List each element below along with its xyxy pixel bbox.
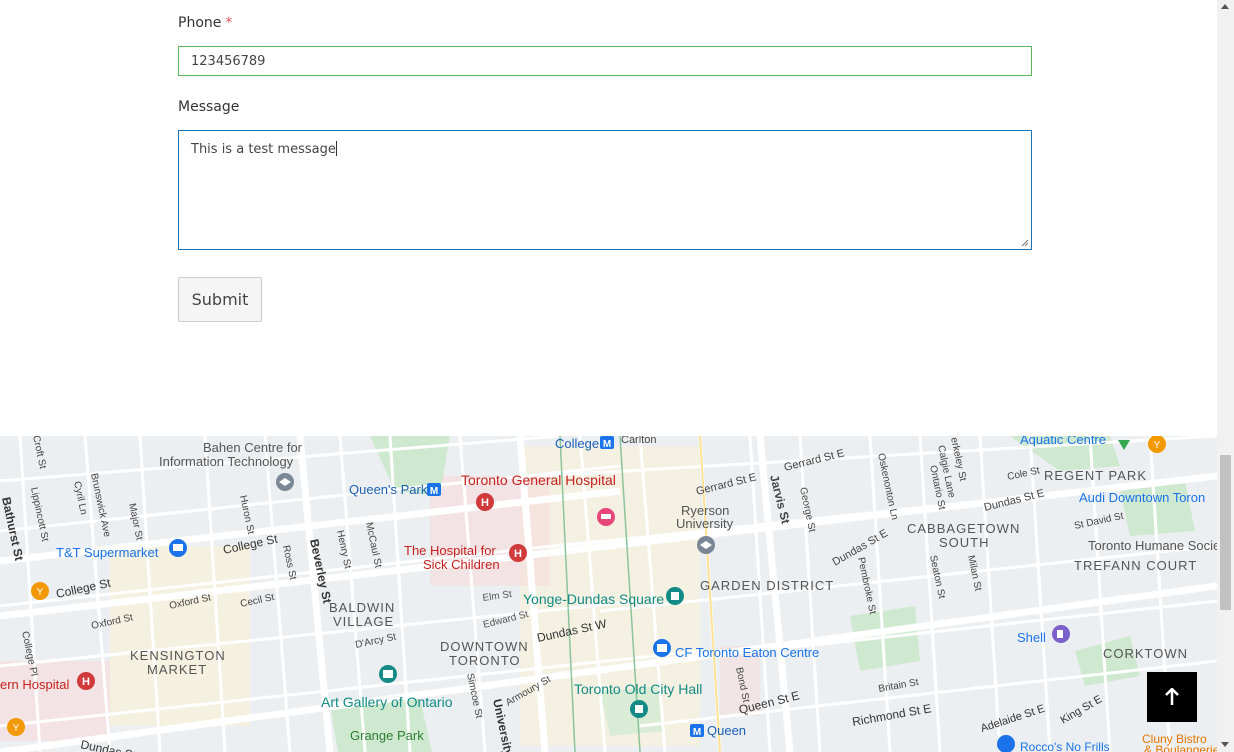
map-label-humane: Toronto Humane Society bbox=[1088, 538, 1217, 553]
map-label-audi: Audi Downtown Toron bbox=[1079, 490, 1205, 505]
map-label-western: ern Hospital bbox=[0, 677, 69, 692]
map-label-baldwin: BALDWIN bbox=[329, 600, 395, 615]
hospital-marker-icon[interactable]: H bbox=[77, 672, 95, 690]
svg-text:M: M bbox=[603, 439, 611, 450]
map-label-cabbagetown: SOUTH bbox=[939, 535, 990, 550]
scroll-down-icon[interactable] bbox=[1221, 742, 1229, 747]
submit-button[interactable]: Submit bbox=[178, 277, 262, 322]
map-label-downtown: TORONTO bbox=[449, 653, 521, 668]
shopping-marker-icon[interactable] bbox=[653, 639, 671, 657]
map-label-city-hall: Toronto Old City Hall bbox=[574, 681, 702, 697]
svg-text:M: M bbox=[693, 727, 701, 738]
phone-input[interactable]: 123456789 bbox=[178, 46, 1032, 76]
map-label-yonge-dundas: Yonge-Dundas Square bbox=[523, 591, 664, 607]
gas-station-marker-icon[interactable] bbox=[1052, 625, 1070, 643]
map-label-corktown: CORKTOWN bbox=[1103, 646, 1188, 661]
subway-station-icon[interactable]: M bbox=[600, 436, 614, 450]
map-label-cabbagetown: CABBAGETOWN bbox=[907, 521, 1020, 536]
hospital-marker-icon[interactable]: H bbox=[476, 493, 494, 511]
map-label-aquatic: Aquatic Centre bbox=[1020, 436, 1106, 447]
map-label-sickkids: Sick Children bbox=[423, 557, 500, 572]
map-label-regent-park: REGENT PARK bbox=[1044, 468, 1147, 483]
arrow-up-icon bbox=[1165, 688, 1179, 705]
shopping-marker-icon[interactable] bbox=[169, 539, 187, 557]
university-marker-icon[interactable] bbox=[697, 536, 715, 554]
map-label-tt: T&T Supermarket bbox=[56, 545, 159, 560]
map-label-college-station: College bbox=[555, 436, 599, 451]
svg-text:Y: Y bbox=[13, 723, 20, 734]
map-label-queen-station: Queen bbox=[707, 723, 746, 738]
map-label-bahen: Information Technology bbox=[159, 454, 294, 469]
back-to-top-button[interactable] bbox=[1147, 672, 1197, 722]
map-label-eaton: CF Toronto Eaton Centre bbox=[675, 645, 819, 660]
message-textarea-value: This is a test message bbox=[191, 141, 337, 157]
map-label-tgh: Toronto General Hospital bbox=[461, 472, 616, 488]
subway-station-icon[interactable]: M bbox=[427, 483, 441, 497]
embedded-map[interactable]: H H H Y Y Y M M M Bahen Centre for Infor… bbox=[0, 436, 1217, 752]
subway-station-icon[interactable]: M bbox=[690, 724, 704, 738]
message-label: Message bbox=[178, 99, 240, 115]
map-label-ryerson: University bbox=[676, 516, 734, 531]
svg-text:Y: Y bbox=[37, 587, 44, 598]
map-label-sickkids: The Hospital for bbox=[404, 543, 496, 558]
map-label-bahen: Bahen Centre for bbox=[203, 440, 303, 455]
svg-text:M: M bbox=[430, 486, 438, 497]
museum-marker-icon[interactable] bbox=[379, 665, 397, 683]
page-scrollbar[interactable] bbox=[1217, 0, 1234, 752]
map-label-garden-district: GARDEN DISTRICT bbox=[700, 578, 834, 593]
map-label-rocco: Rocco's No Frills bbox=[1020, 740, 1110, 752]
map-label-cluny: & Boulangerie bbox=[1144, 743, 1217, 752]
phone-label: Phone * bbox=[178, 15, 233, 31]
page: Phone * 123456789 Message This is a test … bbox=[0, 0, 1217, 752]
university-marker-icon[interactable] bbox=[276, 473, 294, 491]
phone-input-value: 123456789 bbox=[191, 54, 266, 69]
map-label-trefann: TREFANN COURT bbox=[1074, 558, 1197, 573]
landmark-marker-icon[interactable] bbox=[630, 700, 648, 718]
restaurant-marker-icon[interactable]: Y bbox=[31, 582, 49, 600]
restaurant-marker-icon[interactable]: Y bbox=[7, 718, 25, 736]
map-label-ago: Art Gallery of Ontario bbox=[321, 694, 453, 710]
map-label-kensington: MARKET bbox=[147, 662, 207, 677]
text-caret bbox=[335, 141, 337, 156]
svg-text:H: H bbox=[514, 548, 522, 560]
map-label-baldwin: VILLAGE bbox=[333, 614, 394, 629]
map-label-kensington: KENSINGTON bbox=[130, 648, 226, 663]
hotel-marker-icon[interactable] bbox=[597, 508, 615, 526]
required-marker: * bbox=[225, 15, 233, 31]
map-label-queens-park: Queen's Park bbox=[349, 482, 428, 497]
resize-handle-icon[interactable] bbox=[1021, 239, 1029, 247]
map-label-grange: Grange Park bbox=[350, 728, 424, 743]
svg-text:H: H bbox=[481, 497, 489, 509]
scroll-up-icon[interactable] bbox=[1221, 4, 1229, 9]
map-label-downtown: DOWNTOWN bbox=[440, 639, 529, 654]
hospital-marker-icon[interactable]: H bbox=[509, 544, 527, 562]
map-label-shell: Shell bbox=[1017, 630, 1046, 645]
svg-text:Y: Y bbox=[1154, 440, 1161, 451]
attraction-marker-icon[interactable] bbox=[666, 587, 684, 605]
scrollbar-thumb[interactable] bbox=[1220, 455, 1231, 610]
svg-text:H: H bbox=[82, 676, 90, 688]
map-label-carlton: Carlton bbox=[621, 436, 656, 446]
message-textarea[interactable]: This is a test message bbox=[178, 130, 1032, 250]
